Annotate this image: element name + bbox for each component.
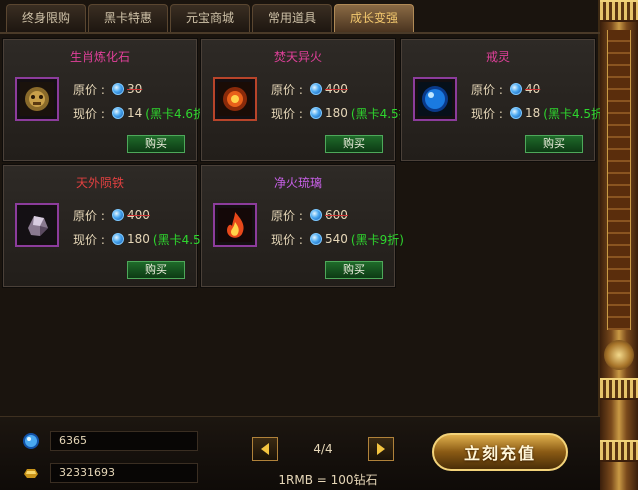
original-price-label: 原价 : xyxy=(271,208,303,223)
item-name: 净火琉璃 xyxy=(273,176,322,190)
tab-black-card-deals[interactable]: 黑卡特惠 xyxy=(88,4,168,32)
original-price-row: 原价 : 30 xyxy=(73,81,142,97)
diamond-icon xyxy=(510,83,522,95)
item-card-zodiac-stone: 生肖炼化石 原价 : 30 现价 : 14 (黑卡4.6折) 购买 xyxy=(2,38,210,162)
item-icon-frame xyxy=(213,77,257,121)
item-name: 戒灵 xyxy=(485,50,510,64)
current-price-label: 现价 : xyxy=(271,232,303,247)
original-price-value: 30 xyxy=(127,82,143,96)
decorative-pillar xyxy=(600,0,638,490)
diamond-icon xyxy=(510,107,522,119)
original-price-label: 原价 : xyxy=(73,208,105,223)
current-price-row: 现价 : 180 (黑卡4.5折) xyxy=(73,231,217,247)
original-price-label: 原价 : xyxy=(471,82,503,97)
current-price-row: 现价 : 540 (黑卡9折) xyxy=(271,231,404,247)
bottom-bar: 6365 32331693 4/4 1RMB = 100钻石 立刻充值 xyxy=(0,416,600,490)
blue-orb-icon xyxy=(418,82,452,116)
diamond-icon xyxy=(310,83,322,95)
tab-bar: 终身限购 黑卡特惠 元宝商城 常用道具 成长变强 xyxy=(6,4,414,32)
exchange-rate: 1RMB = 100钻石 xyxy=(278,473,378,487)
current-price-row: 现价 : 180 (黑卡4.5折) xyxy=(271,105,415,121)
fire-orb-icon xyxy=(218,82,252,116)
buy-button[interactable]: 购买 xyxy=(525,135,583,153)
pagination: 4/4 xyxy=(252,437,394,461)
gold-ingot-icon xyxy=(24,469,38,478)
current-price-value: 14 xyxy=(127,106,143,120)
current-price-value: 180 xyxy=(325,106,348,120)
gold-balance-row: 32331693 xyxy=(22,463,198,483)
original-price-value: 400 xyxy=(325,82,348,96)
item-card-pure-fire-glaze: 净火琉璃 原价 : 600 现价 : 540 (黑卡9折) 购买 xyxy=(200,164,404,288)
prev-page-button[interactable] xyxy=(252,437,278,461)
original-price-value: 600 xyxy=(325,208,348,222)
item-icon-frame xyxy=(413,77,457,121)
diamond-icon xyxy=(310,209,322,221)
diamond-balance: 6365 xyxy=(50,431,198,451)
diamond-icon xyxy=(310,107,322,119)
item-name: 天外陨铁 xyxy=(75,176,124,190)
diamond-icon xyxy=(310,233,322,245)
tab-common-items[interactable]: 常用道具 xyxy=(252,4,332,32)
current-price-value: 180 xyxy=(127,232,150,246)
pillar-band xyxy=(600,440,638,462)
ore-crystal-icon xyxy=(20,208,54,242)
diamond-icon xyxy=(112,83,124,95)
recharge-label: 立刻充值 xyxy=(463,444,536,463)
tab-yuanbao-mall[interactable]: 元宝商城 xyxy=(170,4,250,32)
recharge-now-button[interactable]: 立刻充值 xyxy=(432,433,568,471)
original-price-label: 原价 : xyxy=(271,82,303,97)
original-price-value: 40 xyxy=(525,82,541,96)
shop-window: 终身限购 黑卡特惠 元宝商城 常用道具 成长变强 生肖炼化石 原价 : 30 现… xyxy=(0,0,608,490)
item-name: 焚天异火 xyxy=(273,50,322,64)
diamond-icon xyxy=(112,107,124,119)
buy-button[interactable]: 购买 xyxy=(325,135,383,153)
original-price-label: 原价 : xyxy=(73,82,105,97)
buy-button[interactable]: 购买 xyxy=(127,135,185,153)
item-card-ring-spirit: 戒灵 原价 : 40 现价 : 18 (黑卡4.5折) 购买 xyxy=(400,38,608,162)
pillar-rail xyxy=(607,30,631,330)
tab-lifetime-limited[interactable]: 终身限购 xyxy=(6,4,86,32)
current-price-label: 现价 : xyxy=(73,232,105,247)
diamond-icon xyxy=(23,433,39,449)
current-price-label: 现价 : xyxy=(271,106,303,121)
diamond-icon xyxy=(112,233,124,245)
buy-button[interactable]: 购买 xyxy=(127,261,185,279)
page-indicator: 4/4 xyxy=(313,442,333,456)
item-icon-frame xyxy=(15,77,59,121)
original-price-row: 原价 : 40 xyxy=(471,81,540,97)
diamond-icon xyxy=(112,209,124,221)
item-card-heavenly-flame: 焚天异火 原价 : 400 现价 : 180 (黑卡4.5折) 购买 xyxy=(200,38,415,162)
current-price-value: 18 xyxy=(525,106,541,120)
arrow-right-icon xyxy=(377,443,385,455)
original-price-value: 400 xyxy=(127,208,150,222)
item-name: 生肖炼化石 xyxy=(69,50,130,64)
current-price-row: 现价 : 18 (黑卡4.5折) xyxy=(471,105,608,121)
discount-text: (黑卡4.5折) xyxy=(543,106,608,121)
discount-text: (黑卡9折) xyxy=(350,232,404,247)
diamond-balance-row: 6365 xyxy=(22,431,198,451)
original-price-row: 原价 : 400 xyxy=(271,81,348,97)
arrow-left-icon xyxy=(261,443,269,455)
original-price-row: 原价 : 600 xyxy=(271,207,348,223)
current-price-row: 现价 : 14 (黑卡4.6折) xyxy=(73,105,210,121)
original-price-row: 原价 : 400 xyxy=(73,207,150,223)
tab-grow-stronger[interactable]: 成长变强 xyxy=(334,4,414,32)
pillar-band xyxy=(600,0,638,22)
tab-divider xyxy=(0,32,600,34)
buy-button[interactable]: 购买 xyxy=(325,261,383,279)
current-price-label: 现价 : xyxy=(471,106,503,121)
item-card-meteorite-iron: 天外陨铁 原价 : 400 现价 : 180 (黑卡4.5折) 购买 xyxy=(2,164,217,288)
gold-balance: 32331693 xyxy=(50,463,198,483)
pillar-band xyxy=(600,378,638,400)
item-icon-frame xyxy=(15,203,59,247)
pillar-ornament xyxy=(604,340,634,370)
flame-icon xyxy=(218,208,252,242)
current-price-label: 现价 : xyxy=(73,106,105,121)
item-icon-frame xyxy=(213,203,257,247)
next-page-button[interactable] xyxy=(368,437,394,461)
current-price-value: 540 xyxy=(325,232,348,246)
lion-head-icon xyxy=(20,82,54,116)
